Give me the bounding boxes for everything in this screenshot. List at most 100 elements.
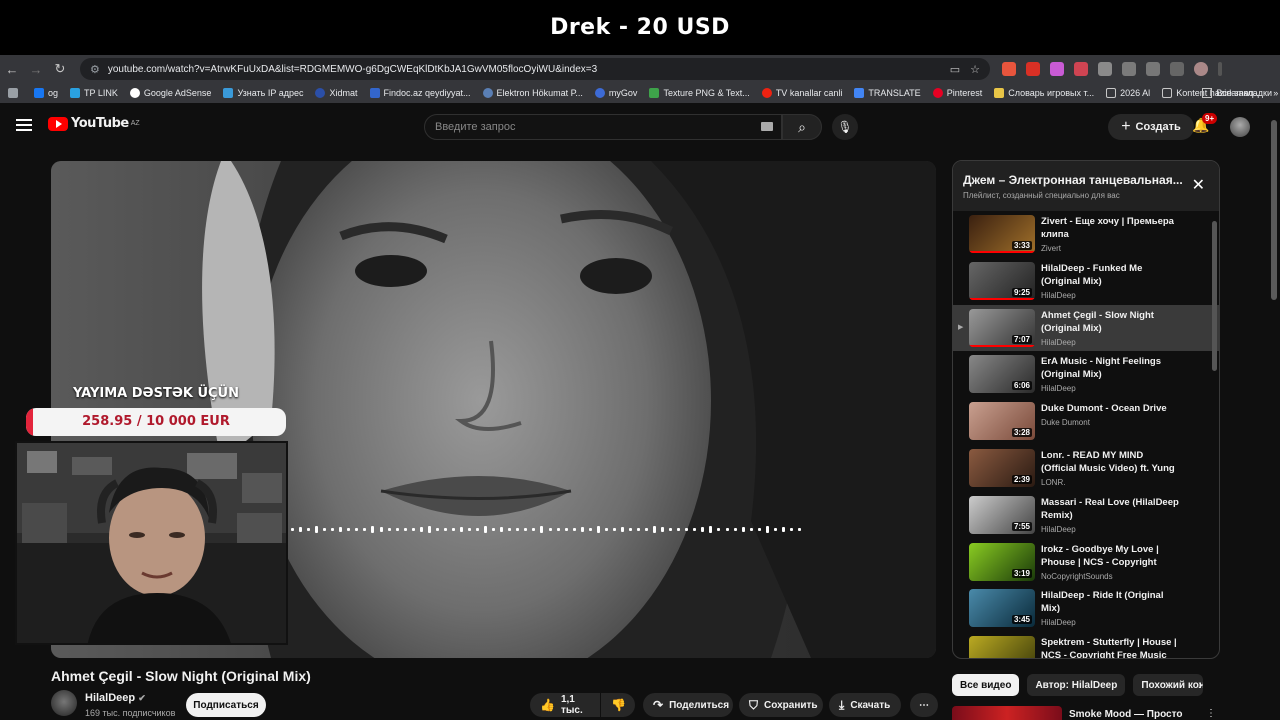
visualizer-dot bbox=[307, 527, 311, 531]
playlist-item[interactable]: 2:39 Lonr. - READ MY MIND (Official Music… bbox=[953, 445, 1219, 492]
share-icon: ↷ bbox=[653, 698, 664, 712]
all-bookmarks[interactable]: Все закладки bbox=[1202, 83, 1272, 103]
chip-all-videos[interactable]: Все видео bbox=[952, 674, 1020, 696]
bookmarks-more[interactable]: » bbox=[1273, 88, 1278, 98]
page-scrollbar[interactable] bbox=[1271, 120, 1277, 300]
visualizer-dot bbox=[459, 526, 463, 532]
visualizer-dot bbox=[451, 527, 455, 531]
playlist-item-meta: HilalDeep - Ride It (Original Mix) HilalD… bbox=[1041, 589, 1179, 632]
bookmark-item[interactable]: og bbox=[34, 88, 58, 98]
bookmark-item[interactable]: Texture PNG & Text... bbox=[649, 88, 750, 98]
kebab-icon[interactable] bbox=[1218, 62, 1222, 76]
playlist-item-meta: HilalDeep - Funked Me (Original Mix) Hila… bbox=[1041, 262, 1179, 305]
bookmark-item[interactable]: Google AdSense bbox=[129, 88, 211, 98]
playlist-item-meta: Massari - Real Love (HilalDeep Remix) Hil… bbox=[1041, 496, 1179, 539]
playlist-scrollbar[interactable] bbox=[1212, 221, 1217, 371]
playlist-item[interactable]: 3:45 HilalDeep - Ride It (Original Mix) Hi… bbox=[953, 585, 1219, 632]
visualizer-dot bbox=[572, 527, 576, 531]
playlist-thumbnail: 3:45 bbox=[969, 589, 1035, 628]
visualizer-dot bbox=[765, 525, 769, 533]
extension-icon[interactable] bbox=[1050, 62, 1064, 76]
playlist-title[interactable]: Джем – Электронная танцевальная... bbox=[963, 173, 1188, 187]
visualizer-dot bbox=[781, 526, 785, 532]
star-icon[interactable]: ☆ bbox=[970, 63, 980, 76]
visualizer-dot bbox=[355, 527, 359, 531]
visualizer-dot bbox=[339, 526, 343, 532]
playlist-item-channel: HilalDeep bbox=[1041, 290, 1076, 300]
playlist-thumbnail: 3:33 bbox=[969, 215, 1035, 253]
bookmark-item[interactable]: TP LINK bbox=[70, 88, 118, 98]
bookmark-item[interactable]: TV kanallar canli bbox=[761, 88, 842, 98]
address-bar[interactable]: ⚙ youtube.com/watch?v=AtrwKFuUxDA&list=R… bbox=[80, 58, 990, 80]
share-label: Поделиться bbox=[669, 699, 730, 711]
visualizer-dot bbox=[749, 527, 753, 531]
extension-icon[interactable] bbox=[1074, 62, 1088, 76]
playlist-panel: Джем – Электронная танцевальная... Плейл… bbox=[952, 160, 1220, 659]
bookmark-item[interactable]: myGov bbox=[594, 88, 637, 98]
bookmark-item[interactable]: Словарь игровых т... bbox=[994, 88, 1094, 98]
reload-icon[interactable]: ↻ bbox=[48, 61, 72, 77]
visualizer-dot bbox=[516, 527, 520, 531]
extension-icon[interactable] bbox=[1122, 62, 1136, 76]
playlist-item[interactable]: 4:16 Spektrem - Stutterfly | House | NCS … bbox=[953, 632, 1219, 658]
youtube-logo[interactable]: YouTube AZ bbox=[48, 116, 140, 131]
bookmark-item[interactable]: TRANSLATE bbox=[854, 88, 921, 98]
download-button[interactable]: ⤓ Скачать bbox=[829, 693, 901, 717]
back-icon[interactable]: ← bbox=[0, 62, 24, 77]
profile-avatar[interactable] bbox=[1194, 62, 1208, 76]
subscribe-button[interactable]: Подписаться bbox=[186, 693, 266, 717]
next-recommendation[interactable]: Smoke Mood — Просто ⋮ bbox=[952, 706, 1220, 720]
search-input[interactable]: Введите запрос bbox=[424, 114, 782, 140]
playlist-item[interactable]: 7:55 Massari - Real Love (HilalDeep Remix… bbox=[953, 492, 1219, 539]
visualizer-dot bbox=[532, 527, 536, 531]
more-icon[interactable]: ⋮ bbox=[1206, 708, 1216, 719]
dislike-button[interactable]: 👎 bbox=[601, 693, 635, 717]
install-icon[interactable]: ▭ bbox=[950, 63, 960, 76]
keyboard-icon[interactable] bbox=[761, 122, 773, 131]
playlist-item[interactable]: 6:06 ErA Music - Night Feelings (Original… bbox=[953, 351, 1219, 398]
playlist-item[interactable]: 9:25 HilalDeep - Funked Me (Original Mix)… bbox=[953, 258, 1219, 305]
share-button[interactable]: ↷ Поделиться bbox=[643, 693, 733, 717]
forward-icon[interactable]: → bbox=[24, 62, 48, 77]
close-icon[interactable]: ✕ bbox=[1192, 175, 1205, 195]
channel-name[interactable]: HilalDeep ✔ bbox=[85, 692, 146, 704]
playlist-item[interactable]: 3:19 Irokz - Goodbye My Love | Phouse | N… bbox=[953, 539, 1219, 586]
more-actions-button[interactable]: ⋯ bbox=[910, 693, 938, 717]
playlist-item[interactable]: 3:33 Zivert - Еще хочу | Премьера клипа Zi… bbox=[953, 211, 1219, 258]
bookmark-item[interactable]: Findoc.az qeydiyyat... bbox=[369, 88, 471, 98]
playlist-item[interactable]: 3:28 Duke Dumont - Ocean Drive Duke Dumont bbox=[953, 398, 1219, 445]
chevron-right-icon[interactable]: › bbox=[1198, 676, 1203, 692]
chip-author[interactable]: Автор: HilalDeep bbox=[1027, 674, 1126, 696]
like-button[interactable]: 👍 1,1 тыс. bbox=[530, 693, 600, 717]
apps-icon[interactable] bbox=[8, 88, 22, 98]
bookmark-item[interactable]: Elektron Hökumat P... bbox=[482, 88, 583, 98]
voice-search-button[interactable]: 🎙 bbox=[832, 114, 858, 140]
visualizer-dot bbox=[540, 525, 544, 533]
create-button[interactable]: + Создать bbox=[1108, 114, 1194, 140]
visualizer-dot bbox=[395, 527, 399, 531]
bookmark-item[interactable]: Pinterest bbox=[932, 88, 982, 98]
channel-avatar[interactable] bbox=[51, 690, 77, 716]
visualizer-dot bbox=[701, 526, 705, 532]
chip-related[interactable]: Похожий конте bbox=[1133, 674, 1204, 696]
visualizer-dot bbox=[379, 526, 383, 532]
menu-icon[interactable] bbox=[16, 119, 32, 131]
extensions-puzzle-icon[interactable] bbox=[1146, 62, 1160, 76]
menu-icon[interactable] bbox=[1170, 62, 1184, 76]
bookmark-item[interactable]: Xidmat bbox=[315, 88, 358, 98]
extension-icon[interactable] bbox=[1098, 62, 1112, 76]
url-text: youtube.com/watch?v=AtrwKFuUxDA&list=RDG… bbox=[107, 63, 598, 75]
recommendation-title: Smoke Mood — Просто bbox=[1069, 709, 1183, 720]
account-avatar[interactable] bbox=[1230, 117, 1250, 137]
watched-progress-bar bbox=[969, 297, 1035, 300]
search-button[interactable]: ⌕ bbox=[782, 114, 822, 140]
playlist-item-meta: Irokz - Goodbye My Love | Phouse | NCS -… bbox=[1041, 543, 1179, 586]
donation-goal-bar: 258.95 / 10 000 EUR bbox=[26, 408, 286, 436]
extension-icon[interactable] bbox=[1002, 62, 1016, 76]
bookmark-item[interactable]: Узнать IP адрес bbox=[223, 88, 303, 98]
save-button[interactable]: ⛉ Сохранить bbox=[739, 693, 823, 717]
playlist-item[interactable]: ▶ 7:07 Ahmet Çegil - Slow Night (Original … bbox=[953, 304, 1219, 352]
extension-icon[interactable] bbox=[1026, 62, 1040, 76]
bookmark-folder[interactable]: 2026 Al bbox=[1106, 88, 1150, 98]
site-info-icon[interactable]: ⚙ bbox=[90, 63, 100, 76]
